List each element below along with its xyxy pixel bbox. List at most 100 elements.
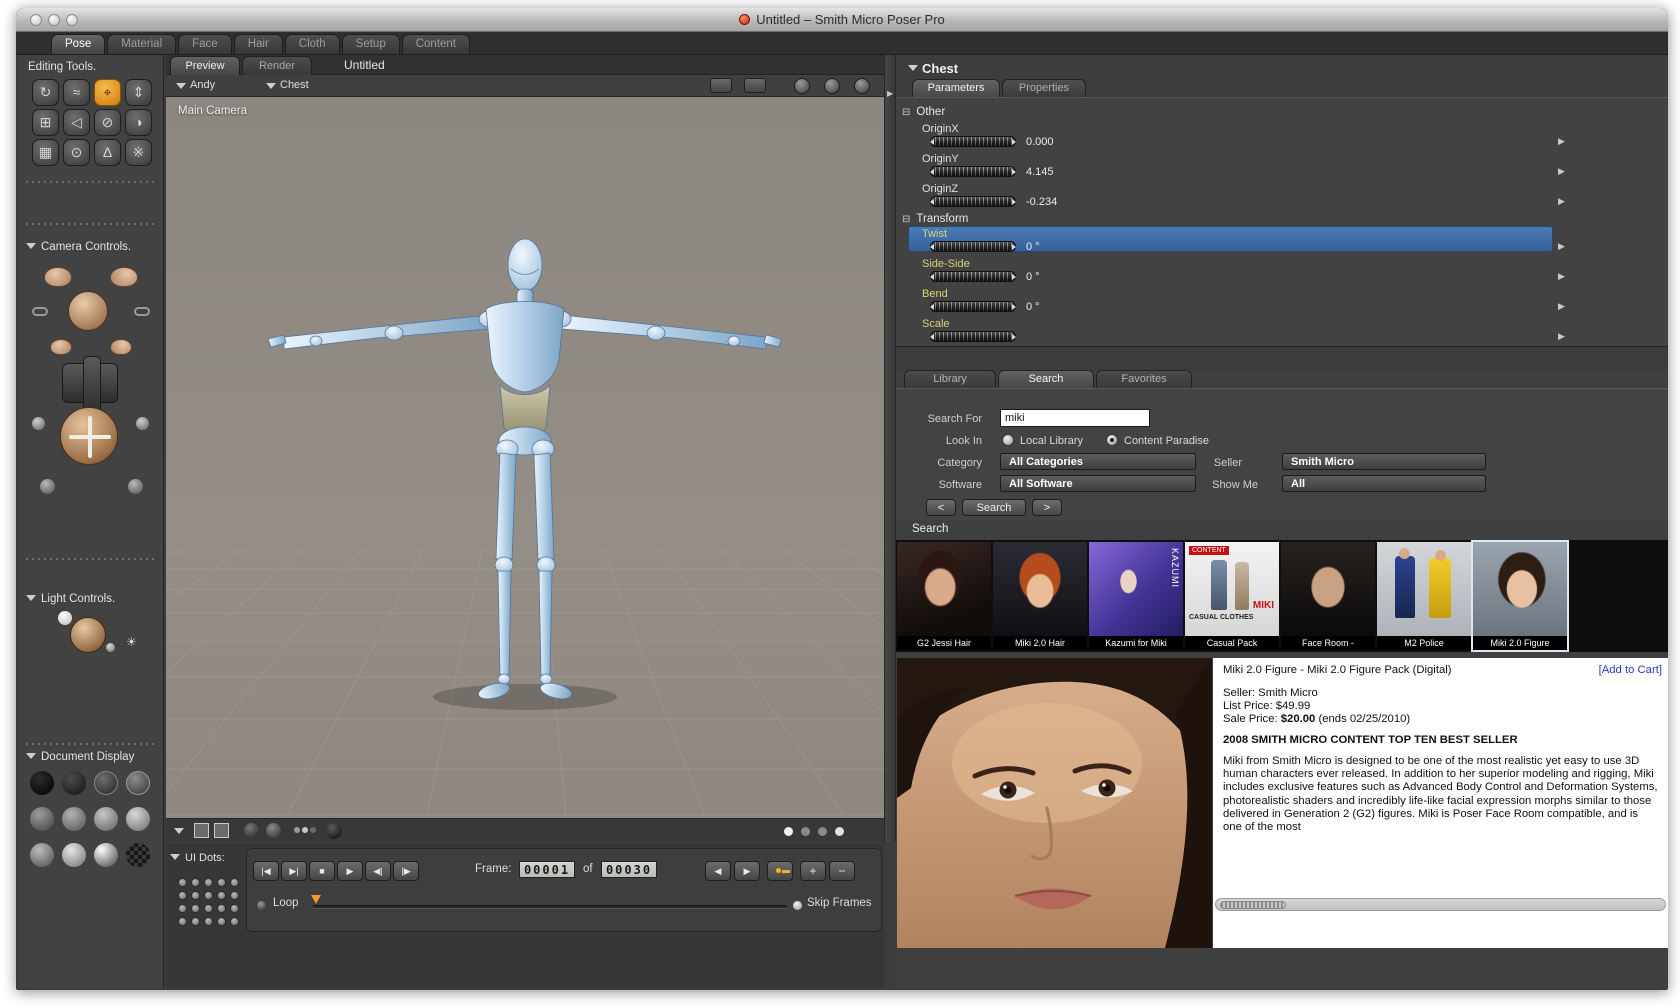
ui-dot[interactable] <box>178 891 187 900</box>
result-thumbnail-miki-20-figure[interactable]: Miki 2.0 Figure <box>1471 540 1569 652</box>
color-tool-button[interactable]: ◑ <box>125 109 152 136</box>
collapse-triangle-icon[interactable] <box>26 753 36 759</box>
view-pane-dot-2[interactable] <box>801 827 810 836</box>
last-frame-button[interactable]: ▶| <box>281 861 307 881</box>
tracking-dot-3[interactable] <box>310 827 316 833</box>
panel-divider[interactable]: ▶ <box>884 55 896 842</box>
display-style-flat-shaded[interactable] <box>62 807 86 831</box>
display-style-wireframe[interactable] <box>94 771 118 795</box>
tab-hair[interactable]: Hair <box>233 34 283 54</box>
originy-value[interactable]: 4.145 <box>1026 166 1054 178</box>
total-frames-field[interactable]: 00030 <box>601 861 657 878</box>
light-indicator-small[interactable] <box>58 611 72 625</box>
collapse-box-icon[interactable]: ⊟ <box>902 214 910 225</box>
ui-dot[interactable] <box>191 917 200 926</box>
local-library-radio-label[interactable]: Local Library <box>1020 435 1083 447</box>
tab-parameters[interactable]: Parameters <box>912 79 1000 97</box>
display-style-smooth-shaded[interactable] <box>30 843 54 867</box>
result-thumbnail-m2-police[interactable]: M2 Police <box>1377 542 1471 650</box>
originx-value[interactable]: 0.000 <box>1026 136 1054 148</box>
left-hand-part-control[interactable] <box>50 339 72 355</box>
originy-dial[interactable] <box>930 166 1016 177</box>
ui-dot[interactable] <box>191 878 200 887</box>
timeline-position-marker[interactable] <box>311 895 321 904</box>
camera-select-ball-left[interactable] <box>32 417 45 430</box>
scale-ball-right[interactable] <box>128 479 143 494</box>
side-side-dial[interactable] <box>930 271 1016 282</box>
originx-menu-arrow-icon[interactable]: ▶ <box>1558 136 1565 147</box>
skip-frames-knob[interactable] <box>793 901 802 910</box>
tab-properties[interactable]: Properties <box>1002 79 1086 97</box>
detail-horizontal-scrollbar[interactable] <box>1215 898 1666 911</box>
grouping-tool-button[interactable]: ▦ <box>32 139 59 166</box>
chain-break-tool-button[interactable]: ⊘ <box>94 109 121 136</box>
morphing-tool-button[interactable]: Δ <box>94 139 121 166</box>
ui-dot[interactable] <box>230 891 239 900</box>
trackball-camera-control[interactable] <box>60 407 118 465</box>
side-side-menu-arrow-icon[interactable]: ▶ <box>1558 271 1565 282</box>
collapse-box-icon[interactable]: ⊟ <box>902 107 910 118</box>
bend-menu-arrow-icon[interactable]: ▶ <box>1558 301 1565 312</box>
display-style-hidden-line[interactable] <box>126 771 150 795</box>
current-frame-field[interactable]: 00001 <box>519 861 575 878</box>
scale-menu-arrow-icon[interactable]: ▶ <box>1558 331 1565 342</box>
scale-tool-button[interactable]: ⊞ <box>32 109 59 136</box>
display-style-shadowed[interactable] <box>94 843 118 867</box>
tab-search[interactable]: Search <box>998 370 1094 388</box>
ui-dot[interactable] <box>178 878 187 887</box>
loop-label[interactable]: Loop <box>273 897 299 909</box>
side-side-value[interactable]: 0 ° <box>1026 271 1040 283</box>
animating-camera-link-icon[interactable] <box>32 307 48 316</box>
left-hand-camera-control[interactable] <box>44 267 72 287</box>
view-pane-dot-4[interactable] <box>835 827 844 836</box>
display-menu-triangle-icon[interactable] <box>174 828 184 834</box>
seller-dropdown[interactable]: Smith Micro <box>1282 453 1486 470</box>
ui-dot[interactable] <box>204 891 213 900</box>
right-hand-camera-control[interactable] <box>110 267 138 287</box>
twist-dial[interactable] <box>930 241 1016 252</box>
figure-menu-triangle-icon[interactable] <box>176 83 186 89</box>
step-back-button[interactable]: ◀| <box>365 861 391 881</box>
scrollbar-thumb[interactable] <box>1220 901 1286 909</box>
display-style-outline[interactable] <box>62 771 86 795</box>
software-dropdown[interactable]: All Software <box>1000 475 1196 492</box>
ui-dot[interactable] <box>204 904 213 913</box>
tracking-dot-1[interactable] <box>294 827 300 833</box>
actor-menu[interactable]: Chest <box>280 79 309 91</box>
frame-figure-button[interactable] <box>214 823 229 838</box>
ui-dot[interactable] <box>217 891 226 900</box>
parameters-scroll-area[interactable]: ⊟ Other OriginX 0.000 ▶ OriginY 4.145 ▶ O… <box>896 97 1668 346</box>
tab-material[interactable]: Material <box>107 34 177 54</box>
title-bar[interactable]: Untitled – Smith Micro Poser Pro <box>16 8 1668 32</box>
display-style-silhouette[interactable] <box>30 771 54 795</box>
right-hand-part-control[interactable] <box>110 339 132 355</box>
display-ball-1[interactable] <box>244 823 259 838</box>
tab-setup[interactable]: Setup <box>341 34 400 54</box>
actor-menu-triangle-icon[interactable] <box>266 83 276 89</box>
twist-value[interactable]: 0 ° <box>1026 241 1040 253</box>
step-forward-button[interactable]: |▶ <box>393 861 419 881</box>
group-transform[interactable]: ⊟ Transform <box>902 213 968 225</box>
light-sun-icon[interactable]: ☀ <box>126 635 137 649</box>
translate-tool-button[interactable]: ⌖ <box>94 79 121 106</box>
translate-inout-tool-button[interactable]: ⇕ <box>125 79 152 106</box>
tab-cloth[interactable]: Cloth <box>284 34 340 54</box>
camera-plane-control[interactable] <box>62 356 118 414</box>
stop-button[interactable]: ■ <box>309 861 335 881</box>
bend-dial[interactable] <box>930 301 1016 312</box>
content-paradise-radio-label[interactable]: Content Paradise <box>1124 435 1209 447</box>
ui-dot[interactable] <box>217 904 226 913</box>
ui-dot[interactable] <box>217 917 226 926</box>
prev-keyframe-button[interactable]: ◀ <box>705 861 731 881</box>
category-dropdown[interactable]: All Categories <box>1000 453 1196 470</box>
taper-tool-button[interactable]: ◁ <box>63 109 90 136</box>
originz-menu-arrow-icon[interactable]: ▶ <box>1558 196 1565 207</box>
view-pane-dot-3[interactable] <box>818 827 827 836</box>
twist-tool-button[interactable]: ≈ <box>63 79 90 106</box>
tab-render[interactable]: Render <box>242 56 312 75</box>
bend-value[interactable]: 0 ° <box>1026 301 1040 313</box>
timeline-track[interactable] <box>313 905 787 909</box>
result-thumbnail-kazumi-for-miki[interactable]: KAZUMI Kazumi for Miki <box>1089 542 1183 650</box>
ui-dot[interactable] <box>230 878 239 887</box>
show-me-dropdown[interactable]: All <box>1282 475 1486 492</box>
